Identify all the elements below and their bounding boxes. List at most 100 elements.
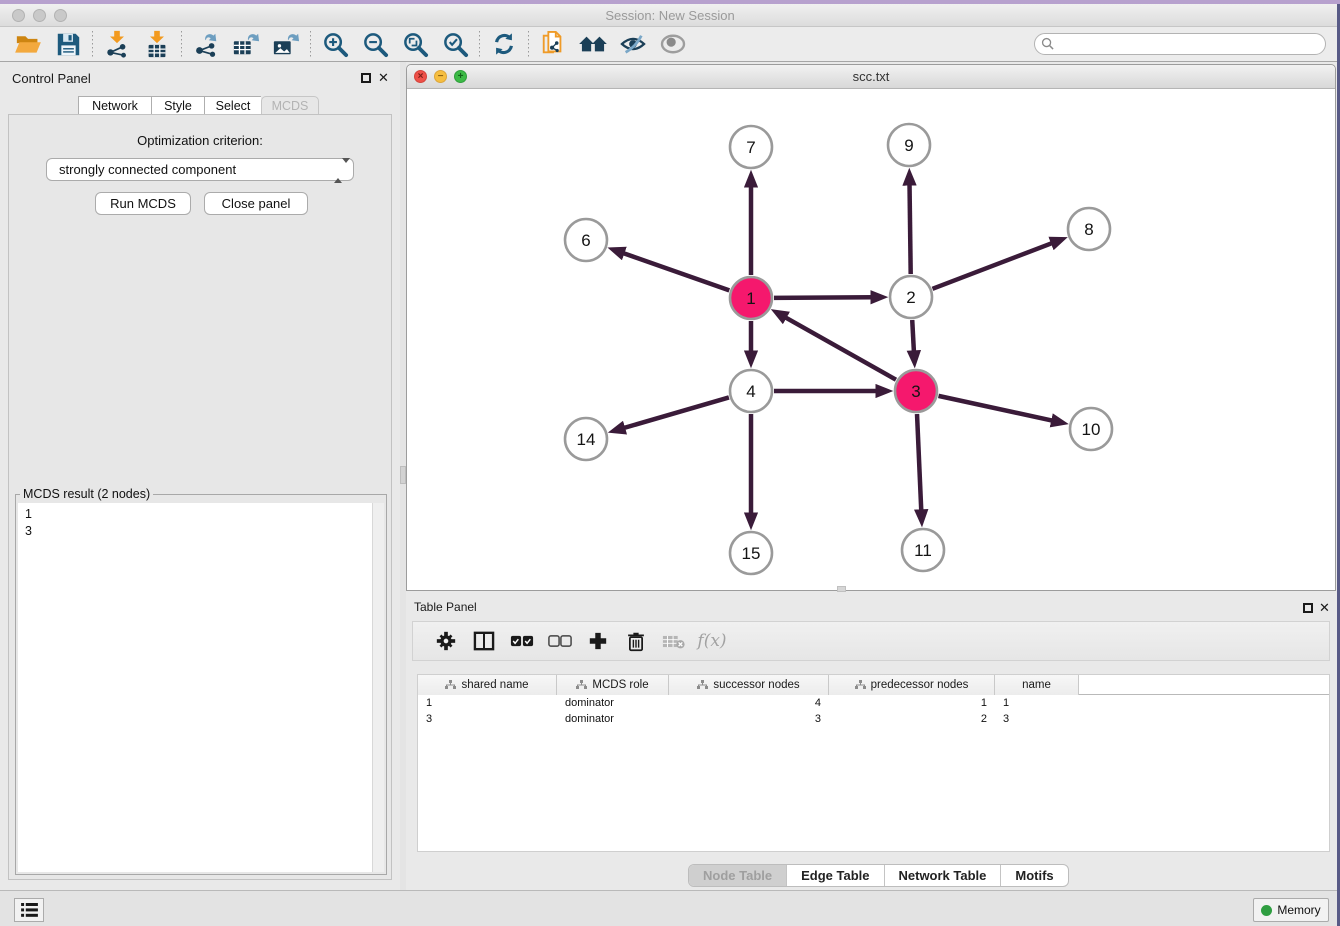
network-window-titlebar[interactable]: × − + scc.txt [407,65,1335,89]
column-header-MCDS-role[interactable]: MCDS role [557,675,669,695]
tab-style[interactable]: Style [151,96,204,116]
trash-icon [626,631,646,652]
float-panel-icon[interactable] [361,73,371,83]
node-10[interactable]: 10 [1070,408,1112,450]
table-panel: Table Panel ✕ [406,595,1336,890]
close-table-panel-icon[interactable]: ✕ [1319,600,1330,616]
trash-button[interactable] [617,625,655,657]
mcds-result-title: MCDS result (2 nodes) [20,487,153,501]
close-panel-button[interactable]: Close panel [204,192,308,215]
gear-button[interactable] [427,625,465,657]
show-panels-button[interactable] [14,898,44,922]
close-panel-icon[interactable]: ✕ [378,70,389,86]
show-network-eye-button[interactable] [653,28,693,60]
column-label: successor nodes [713,679,799,691]
control-panel: Control Panel ✕ NetworkStyleSelectMCDS O… [0,62,400,890]
node-6[interactable]: 6 [565,219,607,261]
columns-button[interactable] [465,625,503,657]
select-stepper-icon [334,163,344,178]
table-row[interactable]: 3dominator323 [418,711,1329,727]
mcds-result-line: 3 [25,523,384,540]
node-4[interactable]: 4 [730,370,772,412]
edge-2-8[interactable] [932,243,1053,289]
edge-2-9[interactable] [910,183,911,274]
clear-selection-button[interactable] [541,625,579,657]
export-network-button[interactable] [186,28,226,60]
export-image-button[interactable] [266,28,306,60]
refresh-button[interactable] [484,28,524,60]
mcds-result-scrollbar[interactable] [372,503,384,872]
node-7[interactable]: 7 [730,126,772,168]
edge-1-2[interactable] [774,297,873,298]
table-cell[interactable]: 3 [669,711,829,727]
edge-3-10[interactable] [938,396,1053,421]
run-mcds-button[interactable]: Run MCDS [95,192,191,215]
search-input[interactable] [1034,33,1326,55]
zoom-out-button[interactable] [355,28,395,60]
node-2[interactable]: 2 [890,276,932,318]
import-network-button[interactable] [97,28,137,60]
zoom-selected-button[interactable] [435,28,475,60]
node-15[interactable]: 15 [730,532,772,574]
node-1[interactable]: 1 [730,277,772,319]
tab-network[interactable]: Network [78,96,151,116]
table-cell[interactable]: 3 [995,711,1079,727]
node-8[interactable]: 8 [1068,208,1110,250]
edge-3-11[interactable] [917,414,921,512]
node-11[interactable]: 11 [902,529,944,571]
node-14[interactable]: 14 [565,418,607,460]
table-cell[interactable]: 2 [829,711,995,727]
copy-network-view-button[interactable] [533,28,573,60]
network-resize-handle[interactable] [837,586,846,592]
open-session-button[interactable] [8,28,48,60]
home-views-button[interactable] [573,28,613,60]
column-header-successor-nodes[interactable]: successor nodes [669,675,829,695]
search-container [1034,33,1326,55]
table-cell[interactable]: dominator [557,711,669,727]
float-table-panel-icon[interactable] [1303,603,1313,613]
edge-4-14[interactable] [622,397,728,428]
edge-2-3[interactable] [912,320,914,353]
tab-edge-table[interactable]: Edge Table [787,865,884,886]
zoom-fit-button[interactable] [395,28,435,60]
column-header-shared-name[interactable]: shared name [418,675,557,695]
table-cell[interactable]: 3 [418,711,557,727]
table-cell[interactable]: 1 [829,695,995,711]
table-cell[interactable]: dominator [557,695,669,711]
delete-column-button[interactable] [655,625,693,657]
tab-mcds[interactable]: MCDS [261,96,319,116]
function-builder-button[interactable]: f(x) [693,625,731,657]
table-row[interactable]: 1dominator411 [418,695,1329,711]
mcds-result-list[interactable]: 13 [18,503,384,872]
node-9[interactable]: 9 [888,124,930,166]
control-panel-title: Control Panel [12,71,91,86]
column-label: shared name [461,679,528,691]
column-header-predecessor-nodes[interactable]: predecessor nodes [829,675,995,695]
toolbar-separator [92,31,93,57]
edge-1-6[interactable] [622,253,729,291]
table-cell[interactable]: 4 [669,695,829,711]
table-cell[interactable]: 1 [418,695,557,711]
edge-3-1[interactable] [784,317,896,380]
export-table-button[interactable] [226,28,266,60]
column-header-name[interactable]: name [995,675,1079,695]
add-button[interactable] [579,625,617,657]
column-label: name [1022,679,1051,691]
table-cell[interactable]: 1 [995,695,1079,711]
tab-node-table[interactable]: Node Table [689,865,787,886]
tab-motifs[interactable]: Motifs [1001,865,1067,886]
network-canvas[interactable]: 7 9 6 8 1 2 4 3 14 10 15 11 [407,89,1335,590]
select-all-button[interactable] [503,625,541,657]
optimization-criterion-select[interactable]: strongly connected component [46,158,354,181]
toolbar-separator [479,31,480,57]
save-session-button[interactable] [48,28,88,60]
export-table-icon [231,30,261,58]
hide-graphics-details-button[interactable] [613,28,653,60]
zoom-in-button[interactable] [315,28,355,60]
import-network-icon [103,30,131,58]
tab-network-table[interactable]: Network Table [885,865,1002,886]
node-3[interactable]: 3 [895,370,937,412]
tab-select[interactable]: Select [204,96,261,116]
import-table-button[interactable] [137,28,177,60]
memory-button[interactable]: Memory [1253,898,1329,922]
